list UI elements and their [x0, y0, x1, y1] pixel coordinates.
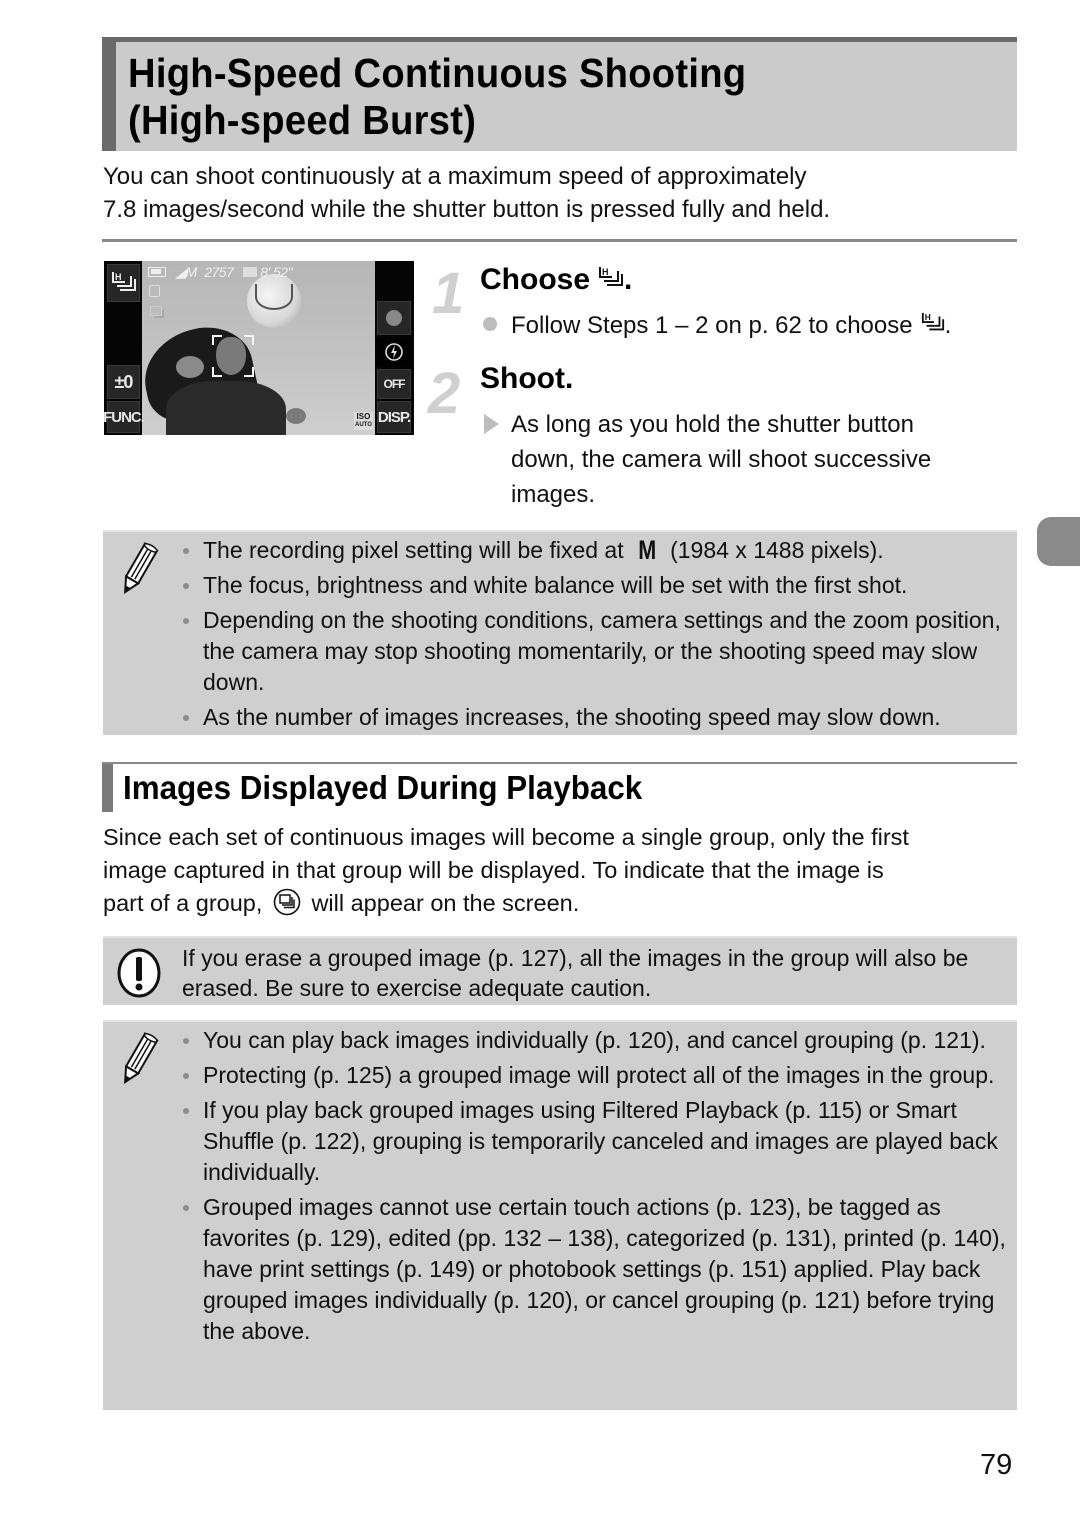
svg-text:H: H: [115, 272, 121, 282]
page-number: 79: [980, 1449, 1013, 1481]
iso-label: ISO: [356, 412, 371, 421]
paragraph-line: Since each set of continuous images will…: [103, 824, 909, 850]
intro-line: You can shoot continuously at a maximum …: [103, 163, 807, 190]
movie-quality-icon: [242, 267, 257, 277]
note-box: The recording pixel setting will be fixe…: [103, 530, 1017, 735]
af-frame-corner: [212, 367, 222, 377]
chapter-tab[interactable]: [1037, 517, 1080, 566]
step-instruction: Follow Steps 1 – 2 on p. 62 to choose H …: [511, 308, 951, 345]
resolution-icon: ◢M: [175, 264, 197, 280]
note-item: Grouped images cannot use certain touch …: [183, 1192, 1009, 1347]
step-result-line: images.: [511, 481, 596, 508]
paragraph-text: will appear on the screen.: [311, 890, 580, 916]
group-playback-icon: [273, 888, 301, 925]
note-text: (1984 x 1488 pixels).: [670, 537, 884, 563]
step-instruction-text: Follow Steps 1 – 2 on p. 62 to choose: [511, 312, 913, 339]
flash-button[interactable]: [377, 337, 411, 367]
note-item: If you play back grouped images using Fi…: [183, 1095, 1009, 1188]
step-title-text: Choose: [480, 263, 591, 296]
note-item: The focus, brightness and white balance …: [183, 570, 1009, 601]
camera-status-bar: ◢M 2757 8' 52": [148, 264, 293, 281]
shutter-button[interactable]: [377, 301, 411, 335]
step-title: Shoot.: [480, 362, 574, 395]
af-frame-corner: [244, 335, 254, 345]
page-title: High-Speed Continuous Shooting (High-spe…: [128, 50, 746, 144]
result-arrow-icon: [484, 414, 499, 434]
func-label: FUNC.: [104, 408, 145, 426]
af-frame-corner: [212, 335, 222, 345]
step-result-line: down, the camera will shoot successive: [511, 446, 932, 473]
playback-paragraph: Since each set of continuous images will…: [103, 821, 1018, 925]
continuous-shooting-icon: [150, 306, 162, 316]
caution-box: If you erase a grouped image (p. 127), a…: [103, 936, 1017, 1005]
soccer-ball-image: [247, 274, 301, 328]
note-item: The recording pixel setting will be fixe…: [183, 535, 1009, 566]
flash-off-icon: [385, 343, 403, 361]
note-box: You can play back images individually (p…: [103, 1020, 1017, 1410]
note-item: You can play back images individually (p…: [183, 1025, 1009, 1056]
page-title-line2: (High-speed Burst): [128, 97, 477, 143]
exposure-compensation-button[interactable]: ±0: [107, 365, 140, 399]
pencil-icon: [124, 1032, 159, 1084]
note-item: As the number of images increases, the s…: [183, 702, 1009, 733]
af-frame-corner: [244, 367, 254, 377]
disp-button[interactable]: DISP.: [377, 401, 411, 433]
note-item: Protecting (p. 125) a grouped image will…: [183, 1060, 1009, 1091]
movie-time-remaining: 8' 52": [260, 264, 293, 280]
note-list: You can play back images individually (p…: [183, 1025, 1009, 1351]
bullet-circle-icon: [483, 317, 497, 331]
page-title-line1: High-Speed Continuous Shooting: [128, 50, 747, 96]
iso-indicator: ISO AUTO: [354, 412, 373, 430]
camera-screen-illustration: H ±0 FUNC. ◢M 2757 8' 52" OFF DISP. ISO …: [104, 261, 414, 435]
step-title-period: .: [624, 263, 633, 296]
exposure-value-label: ±0: [114, 371, 134, 392]
step-number: 2: [428, 361, 461, 426]
note-text: The recording pixel setting will be fixe…: [203, 537, 624, 563]
note-item: Depending on the shooting conditions, ca…: [183, 605, 1009, 698]
svg-text:H: H: [924, 312, 930, 322]
self-timer-icon: [149, 285, 160, 297]
heading-bar: [102, 764, 113, 812]
step-number: 1: [432, 261, 465, 326]
step-result: As long as you hold the shutter button d…: [511, 407, 1011, 512]
high-speed-burst-icon: H: [921, 310, 945, 345]
paragraph-line: image captured in that group will be dis…: [103, 857, 884, 883]
caution-icon: [117, 948, 161, 998]
intro-paragraph: You can shoot continuously at a maximum …: [103, 160, 1018, 226]
touch-shutter-button[interactable]: OFF: [377, 369, 411, 399]
intro-line: 7.8 images/second while the shutter butt…: [103, 196, 831, 223]
note-list: The recording pixel setting will be fixe…: [183, 535, 1009, 737]
paragraph-line: part of a group, will appear on the scre…: [103, 887, 1018, 925]
svg-text:H: H: [602, 267, 609, 277]
page-title-box: High-Speed Continuous Shooting (High-spe…: [102, 37, 1017, 151]
step-title: Choose H .: [480, 262, 632, 300]
shots-remaining: 2757: [204, 264, 234, 280]
section-heading-text: Images Displayed During Playback: [123, 769, 643, 806]
func-button[interactable]: FUNC.: [104, 401, 145, 433]
disp-label: DISP.: [377, 408, 411, 426]
step-instruction-period: .: [944, 312, 952, 339]
battery-icon: [148, 267, 166, 277]
high-speed-burst-icon: H: [111, 272, 136, 291]
subject-hand-image: [176, 356, 204, 378]
touch-shutter-off-label: OFF: [383, 377, 406, 391]
step-result-line: As long as you hold the shutter button: [511, 411, 914, 438]
section-heading: Images Displayed During Playback: [102, 762, 1017, 812]
iso-value: AUTO: [355, 422, 372, 428]
paragraph-text: part of a group,: [103, 890, 263, 916]
subject-body-image: [166, 381, 286, 435]
high-speed-burst-icon: H: [598, 264, 624, 300]
resolution-m-icon: M: [637, 535, 656, 565]
divider: [102, 239, 1017, 242]
subject-hand-image: [286, 408, 306, 424]
pencil-icon: [124, 542, 159, 594]
caution-text: If you erase a grouped image (p. 127), a…: [182, 945, 969, 1001]
record-dot-icon: [386, 310, 402, 326]
burst-mode-button[interactable]: H: [107, 264, 140, 302]
